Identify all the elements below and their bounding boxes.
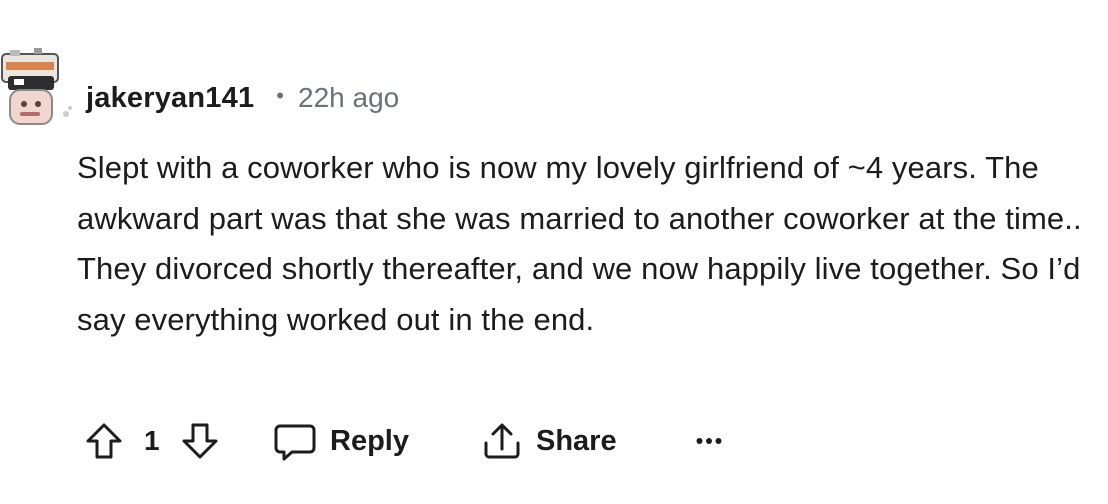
arrow-up-icon	[84, 421, 124, 461]
upvote-button[interactable]	[84, 414, 124, 468]
avatar[interactable]	[0, 42, 78, 138]
share-button[interactable]: Share	[482, 414, 617, 468]
timestamp[interactable]: 22h ago	[298, 82, 399, 114]
reply-label: Reply	[330, 424, 409, 457]
avatar-icon	[1, 48, 72, 125]
speech-bubble-icon	[274, 421, 316, 461]
vote-count-container: 1	[144, 414, 160, 468]
action-bar: 1 Reply Share	[84, 414, 1084, 468]
downvote-button[interactable]	[180, 414, 220, 468]
arrow-down-icon	[180, 421, 220, 461]
reply-button[interactable]: Reply	[274, 414, 409, 468]
share-label: Share	[536, 424, 617, 457]
meta-separator: •	[276, 83, 284, 108]
share-upload-icon	[482, 421, 522, 461]
vote-count: 1	[144, 425, 160, 456]
comment-body: Slept with a coworker who is now my love…	[77, 150, 1082, 337]
comment-header: jakeryan141 • 22h ago	[86, 78, 399, 118]
username-link[interactable]: jakeryan141	[86, 82, 254, 115]
comment-card: jakeryan141 • 22h ago Slept with a cowor…	[0, 0, 1108, 504]
more-options-button[interactable]	[696, 414, 722, 468]
ellipsis-icon	[696, 436, 722, 446]
